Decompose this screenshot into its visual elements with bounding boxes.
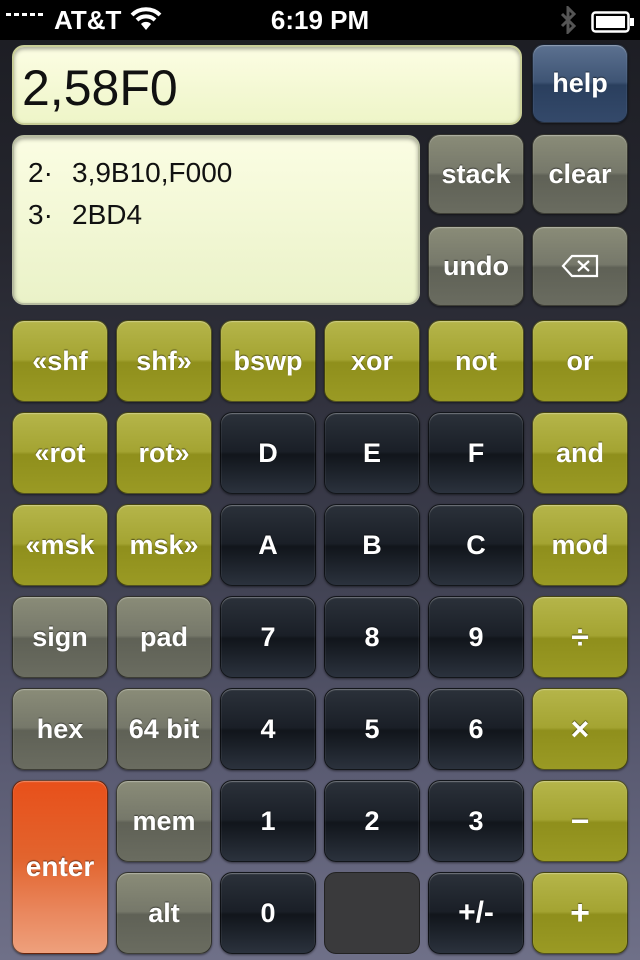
rotate-left-button[interactable]: «rot bbox=[12, 412, 108, 494]
alt-button[interactable]: alt bbox=[116, 872, 212, 954]
status-bar: AT&T 6:19 PM bbox=[0, 0, 640, 40]
empty-key-slot bbox=[324, 872, 420, 954]
clear-button[interactable]: clear bbox=[532, 134, 628, 214]
digit-9-button[interactable]: 9 bbox=[428, 596, 524, 678]
byte-swap-button[interactable]: bswp bbox=[220, 320, 316, 402]
digit-3-button[interactable]: 3 bbox=[428, 780, 524, 862]
digit-b-button[interactable]: B bbox=[324, 504, 420, 586]
hex-mode-button[interactable]: hex bbox=[12, 688, 108, 770]
digit-1-button[interactable]: 1 bbox=[220, 780, 316, 862]
stack-row: 2· 3,9B10,F000 bbox=[28, 157, 418, 199]
rotate-right-button[interactable]: rot» bbox=[116, 412, 212, 494]
mask-left-button[interactable]: «msk bbox=[12, 504, 108, 586]
mod-button[interactable]: mod bbox=[532, 504, 628, 586]
shift-right-button[interactable]: shf» bbox=[116, 320, 212, 402]
add-button[interactable]: + bbox=[532, 872, 628, 954]
sign-button[interactable]: sign bbox=[12, 596, 108, 678]
digit-c-button[interactable]: C bbox=[428, 504, 524, 586]
bluetooth-icon bbox=[558, 4, 578, 41]
memory-button[interactable]: mem bbox=[116, 780, 212, 862]
digit-8-button[interactable]: 8 bbox=[324, 596, 420, 678]
digit-5-button[interactable]: 5 bbox=[324, 688, 420, 770]
main-display: 2,58F0 bbox=[12, 45, 522, 125]
backspace-button[interactable] bbox=[532, 226, 628, 306]
pad-button[interactable]: pad bbox=[116, 596, 212, 678]
backspace-icon bbox=[561, 254, 599, 278]
digit-2-button[interactable]: 2 bbox=[324, 780, 420, 862]
digit-7-button[interactable]: 7 bbox=[220, 596, 316, 678]
shift-left-button[interactable]: «shf bbox=[12, 320, 108, 402]
battery-icon bbox=[591, 9, 635, 40]
enter-button[interactable]: enter bbox=[12, 780, 108, 954]
clock: 6:19 PM bbox=[270, 5, 370, 35]
divide-button[interactable]: ÷ bbox=[532, 596, 628, 678]
digit-f-button[interactable]: F bbox=[428, 412, 524, 494]
subtract-button[interactable]: − bbox=[532, 780, 628, 862]
mask-right-button[interactable]: msk» bbox=[116, 504, 212, 586]
stack-value: 3,9B10,F000 bbox=[72, 157, 233, 188]
and-button[interactable]: and bbox=[532, 412, 628, 494]
or-button[interactable]: or bbox=[532, 320, 628, 402]
stack-row: 3· 2BD4 bbox=[28, 199, 418, 241]
digit-e-button[interactable]: E bbox=[324, 412, 420, 494]
stack-level: 3· bbox=[28, 199, 53, 230]
stack-level: 2· bbox=[28, 157, 53, 188]
not-button[interactable]: not bbox=[428, 320, 524, 402]
digit-a-button[interactable]: A bbox=[220, 504, 316, 586]
digit-0-button[interactable]: 0 bbox=[220, 872, 316, 954]
digit-d-button[interactable]: D bbox=[220, 412, 316, 494]
stack-button[interactable]: stack bbox=[428, 134, 524, 214]
change-sign-button[interactable]: +/- bbox=[428, 872, 524, 954]
word-size-button[interactable]: 64 bit bbox=[116, 688, 212, 770]
xor-button[interactable]: xor bbox=[324, 320, 420, 402]
help-button[interactable]: help bbox=[532, 44, 628, 123]
digit-4-button[interactable]: 4 bbox=[220, 688, 316, 770]
stack-value: 2BD4 bbox=[72, 199, 143, 230]
digit-6-button[interactable]: 6 bbox=[428, 688, 524, 770]
multiply-button[interactable]: × bbox=[532, 688, 628, 770]
undo-button[interactable]: undo bbox=[428, 226, 524, 306]
stack-display: 2· 3,9B10,F000 3· 2BD4 bbox=[12, 135, 420, 305]
